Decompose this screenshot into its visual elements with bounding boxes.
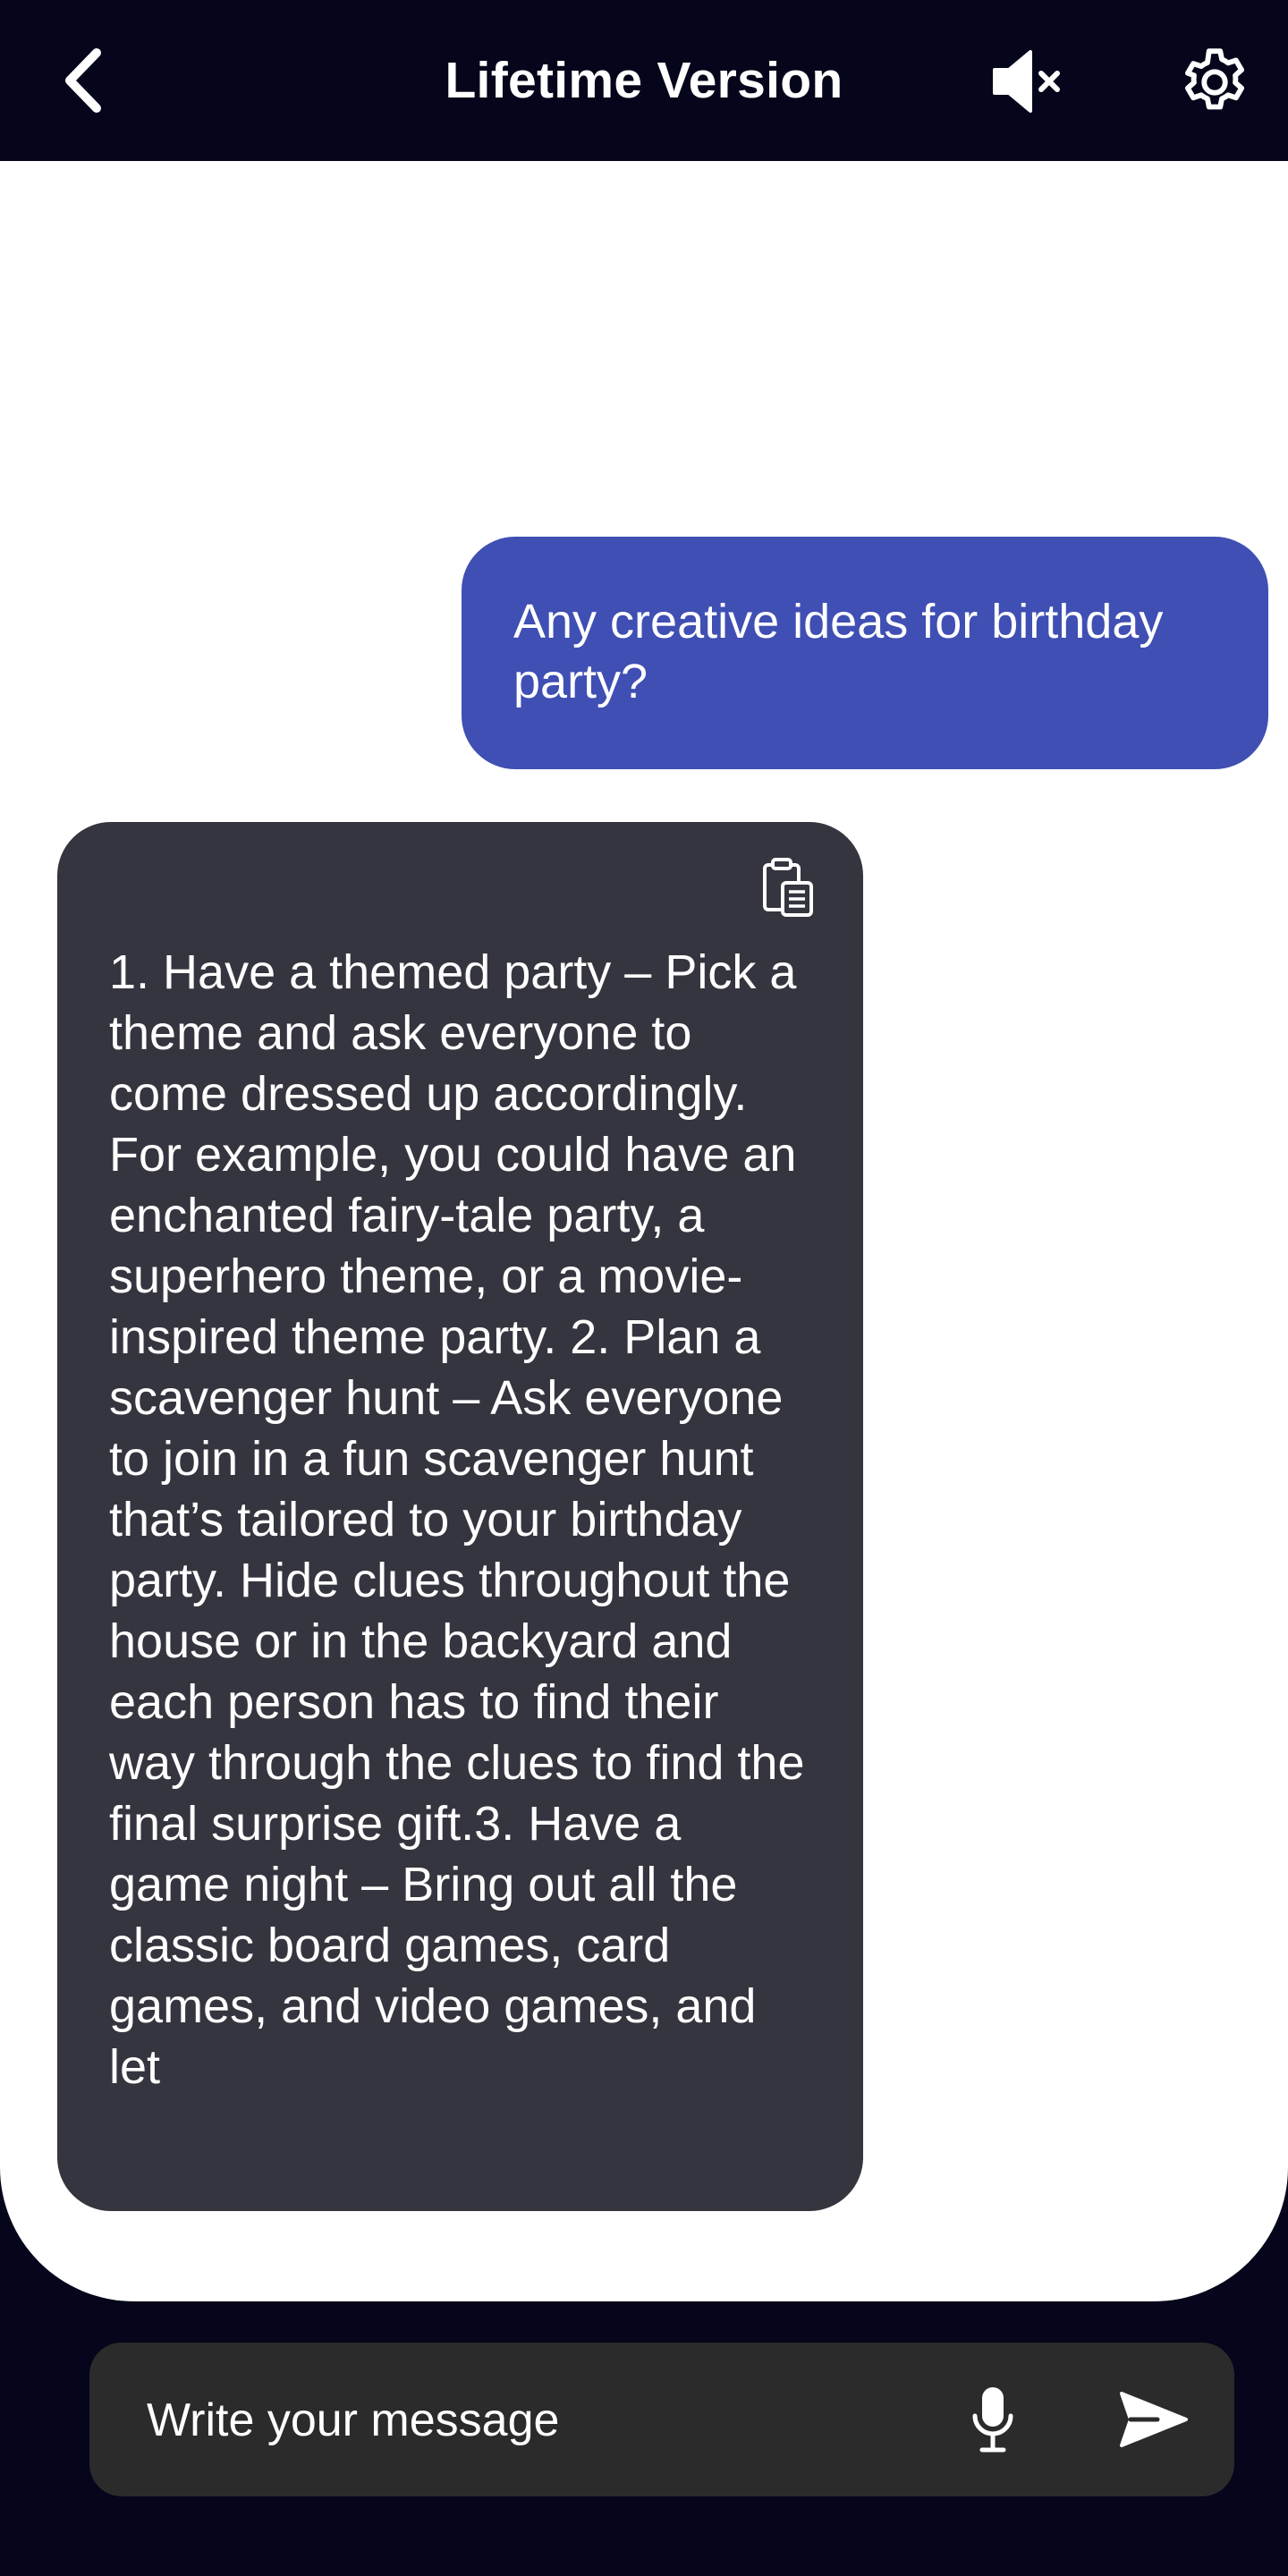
clipboard-copy-icon xyxy=(763,858,813,917)
gear-icon xyxy=(1185,48,1244,110)
copy-button[interactable] xyxy=(759,856,817,919)
assistant-message-bubble: 1. Have a themed party – Pick a theme an… xyxy=(57,822,863,2211)
app-header: Lifetime Version xyxy=(0,0,1288,161)
message-composer xyxy=(89,2343,1234,2496)
send-icon xyxy=(1120,2392,1188,2447)
user-message-text: Any creative ideas for birthday party? xyxy=(513,595,1164,708)
assistant-message-text: 1. Have a themed party – Pick a theme an… xyxy=(109,945,805,2094)
speaker-muted-icon xyxy=(993,50,1060,113)
microphone-button[interactable] xyxy=(959,2375,1027,2464)
microphone-icon xyxy=(972,2387,1013,2453)
chat-area[interactable]: Any creative ideas for birthday party? 1… xyxy=(0,161,1288,2301)
send-button[interactable] xyxy=(1111,2378,1197,2461)
mute-button[interactable] xyxy=(984,41,1070,122)
settings-button[interactable] xyxy=(1172,39,1258,125)
message-input[interactable] xyxy=(145,2369,953,2471)
page-title: Lifetime Version xyxy=(445,52,843,109)
user-message-bubble: Any creative ideas for birthday party? xyxy=(462,537,1268,769)
